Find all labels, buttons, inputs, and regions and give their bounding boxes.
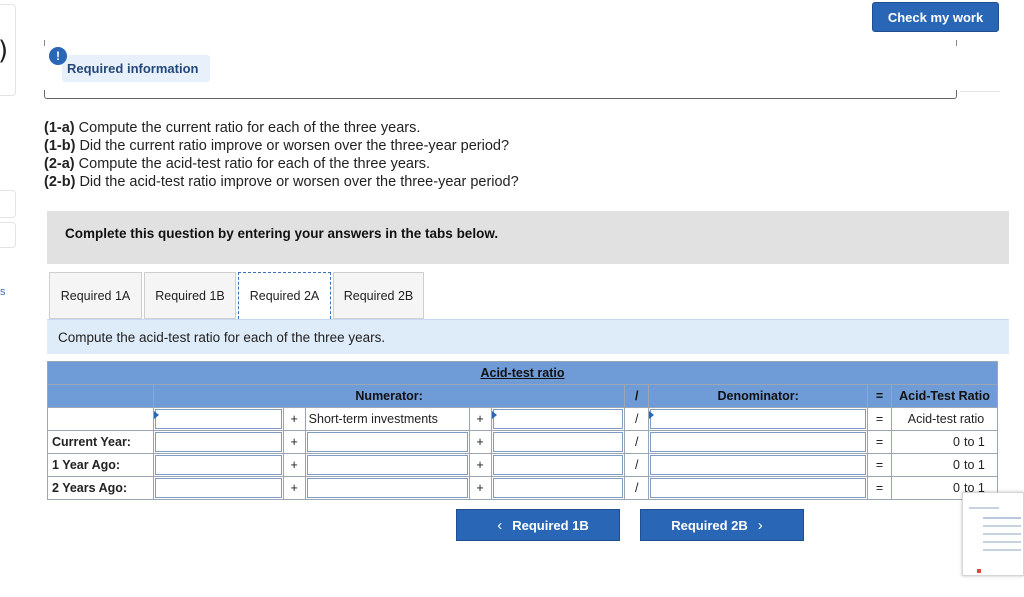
tab-instruction: Compute the acid-test ratio for each of … [47, 319, 1009, 354]
denominator-header: Denominator: [648, 384, 869, 408]
divide-sign: / [624, 453, 650, 477]
plus-sign: + [468, 453, 492, 477]
thumbnail-line [983, 525, 1021, 527]
numerator-input-2[interactable] [304, 430, 470, 454]
chevron-right-icon: › [757, 516, 763, 534]
numerator-input-2[interactable] [304, 476, 470, 500]
question-list: (1-a) Compute the current ratio for each… [44, 119, 519, 191]
plus-sign: + [282, 430, 306, 454]
plus-sign: + [468, 407, 492, 431]
numerator-input-1[interactable] [152, 430, 284, 454]
next-button-label: Required 2B [671, 517, 748, 533]
plus-sign: + [282, 453, 306, 477]
info-panel-border [44, 90, 957, 99]
tab-required-1b[interactable]: Required 1B [144, 272, 236, 319]
denominator-input[interactable] [648, 430, 869, 454]
row-label: 2 Years Ago: [47, 476, 154, 500]
table-row: Current Year: + + / = 0 to 1 [47, 430, 998, 454]
ratio-result: 0 to 1 [891, 453, 998, 477]
acid-test-ratio-table: Acid-test ratio Numerator: / Denominator… [47, 361, 998, 500]
denominator-input[interactable] [648, 453, 869, 477]
plus-sign: + [468, 476, 492, 500]
equals-sign: = [867, 476, 893, 500]
chevron-left-icon: ‹ [497, 516, 503, 534]
tab-required-2a[interactable]: Required 2A [238, 272, 331, 319]
divider [960, 91, 1000, 92]
result-header: Acid-Test Ratio [891, 384, 998, 408]
check-my-work-button[interactable]: Check my work [872, 2, 999, 32]
required-information-label[interactable]: Required information [62, 55, 210, 82]
thumbnail-line [983, 541, 1021, 543]
ratio-value: 0 [953, 481, 960, 495]
divide-sign: / [624, 407, 650, 431]
instructions-banner: Complete this question by entering your … [47, 211, 1009, 264]
question-1b: (1-b) Did the current ratio improve or w… [44, 138, 510, 154]
left-panel-fragment [0, 222, 16, 248]
tab-required-1a[interactable]: Required 1A [49, 272, 142, 319]
numerator-item-3-select[interactable] [490, 407, 626, 431]
ratio-value: 0 [953, 435, 960, 449]
divide-sign: / [624, 430, 650, 454]
table-row: + Short-term investments + / = Acid-test… [47, 407, 998, 431]
plus-sign: + [282, 407, 306, 431]
question-1a: (1-a) Compute the current ratio for each… [44, 120, 421, 136]
table-row: 2 Years Ago: + + / = 0 to 1 [47, 476, 998, 500]
result-label: Acid-test ratio [891, 407, 998, 431]
denominator-select[interactable] [648, 407, 869, 431]
thumbnail-line [983, 549, 1021, 551]
divider [956, 40, 957, 46]
row-label [47, 407, 154, 431]
numerator-item-1-select[interactable] [152, 407, 284, 431]
left-edge-paren: ) [0, 36, 8, 66]
thumbnail-marker [977, 569, 981, 573]
numerator-input-1[interactable] [152, 453, 284, 477]
equals-sign: = [867, 453, 893, 477]
ratio-unit: to 1 [964, 435, 985, 449]
thumbnail-line [969, 507, 999, 509]
table-title: Acid-test ratio [47, 361, 998, 385]
alert-icon: ! [49, 47, 67, 65]
ratio-value: 0 [953, 458, 960, 472]
equals-sign: = [867, 430, 893, 454]
left-panel-fragment [0, 190, 16, 218]
numerator-input-2[interactable] [304, 453, 470, 477]
ratio-result: 0 to 1 [891, 430, 998, 454]
plus-sign: + [468, 430, 492, 454]
divide-sign: / [624, 476, 650, 500]
row-label: Current Year: [47, 430, 154, 454]
next-required-2b-button[interactable]: Required 2B › [640, 509, 804, 541]
denominator-input[interactable] [648, 476, 869, 500]
numerator-header: Numerator: [152, 384, 626, 408]
plus-sign: + [282, 476, 306, 500]
thumbnail-line [983, 533, 1021, 535]
left-edge-text: s [0, 286, 6, 298]
numerator-input-3[interactable] [490, 476, 626, 500]
table-row: 1 Year Ago: + + / = 0 to 1 [47, 453, 998, 477]
previous-button-label: Required 1B [512, 517, 589, 533]
thumbnail-line [983, 517, 1021, 519]
equals-sign: = [867, 384, 893, 408]
previous-required-1b-button[interactable]: ‹ Required 1B [456, 509, 620, 541]
divide-sign: / [624, 384, 650, 408]
equals-sign: = [867, 407, 893, 431]
question-2a: (2-a) Compute the acid-test ratio for ea… [44, 156, 431, 172]
ratio-unit: to 1 [964, 458, 985, 472]
divider [44, 40, 45, 46]
page-thumbnail[interactable] [962, 492, 1024, 576]
numerator-input-3[interactable] [490, 453, 626, 477]
numerator-item-2-label: Short-term investments [304, 407, 470, 431]
question-2b: (2-b) Did the acid-test ratio improve or… [44, 174, 519, 190]
row-label: 1 Year Ago: [47, 453, 154, 477]
numerator-input-3[interactable] [490, 430, 626, 454]
header-blank [47, 384, 154, 408]
numerator-input-1[interactable] [152, 476, 284, 500]
tab-required-2b[interactable]: Required 2B [333, 272, 424, 319]
